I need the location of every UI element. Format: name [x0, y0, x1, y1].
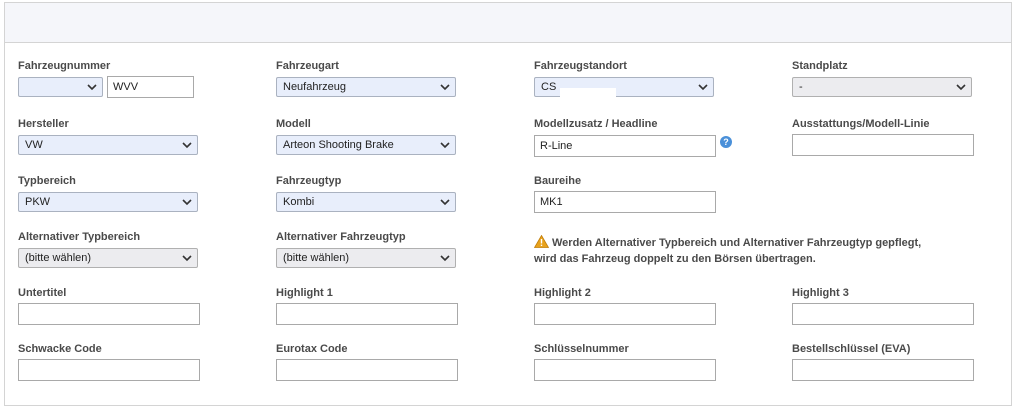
fahrzeugtyp-select[interactable]: Kombi — [276, 192, 456, 212]
fahrzeugnummer-prefix-select[interactable] — [18, 77, 103, 97]
modellzusatz-input[interactable] — [534, 135, 716, 157]
fahrzeugart-value: Neufahrzeug — [283, 81, 346, 93]
eurotax-label: Eurotax Code — [276, 343, 348, 355]
ausstattung-label: Ausstattungs/Modell-Linie — [792, 118, 930, 130]
chevron-down-icon — [440, 255, 450, 262]
warning-text-line-2: wird das Fahrzeug doppelt zu den Börsen … — [534, 253, 816, 265]
fahrzeugtyp-label: Fahrzeugtyp — [276, 175, 342, 187]
hersteller-label: Hersteller — [18, 118, 69, 130]
fahrzeugstandort-label: Fahrzeugstandort — [534, 60, 627, 72]
baureihe-label: Baureihe — [534, 175, 582, 187]
fahrzeugstandort-value: CS — [541, 81, 557, 93]
chevron-down-icon — [440, 199, 450, 206]
hersteller-select[interactable]: VW — [18, 135, 198, 155]
duplicate-warning: Werden Alternativer Typbereich und Alter… — [534, 235, 921, 267]
standplatz-label: Standplatz — [792, 60, 848, 72]
alt-typbereich-select[interactable]: (bitte wählen) — [18, 248, 198, 268]
bestellschluessel-label: Bestellschlüssel (EVA) — [792, 343, 911, 355]
highlight1-input[interactable] — [276, 303, 458, 325]
untertitel-input[interactable] — [18, 303, 200, 325]
fahrzeugart-select[interactable]: Neufahrzeug — [276, 77, 456, 97]
highlight1-label: Highlight 1 — [276, 287, 333, 299]
modell-label: Modell — [276, 118, 311, 130]
typbereich-value: PKW — [25, 196, 51, 208]
redacted-area — [560, 88, 617, 99]
fahrzeugstandort-select[interactable]: CS — [534, 77, 714, 99]
alt-fahrzeugtyp-value: (bitte wählen) — [283, 252, 350, 264]
typbereich-select[interactable]: PKW — [18, 192, 198, 212]
help-icon[interactable]: ? — [720, 136, 732, 148]
chevron-down-icon — [87, 84, 97, 91]
chevron-down-icon — [698, 84, 708, 91]
alt-fahrzeugtyp-select[interactable]: (bitte wählen) — [276, 248, 456, 268]
chevron-down-icon — [440, 84, 450, 91]
fahrzeugart-label: Fahrzeugart — [276, 60, 339, 72]
highlight3-label: Highlight 3 — [792, 287, 849, 299]
modell-value: Arteon Shooting Brake — [283, 139, 394, 151]
warning-text-line-1: Werden Alternativer Typbereich und Alter… — [552, 237, 922, 249]
modell-select[interactable]: Arteon Shooting Brake — [276, 135, 456, 155]
standplatz-value: - — [799, 81, 803, 93]
modellzusatz-label: Modellzusatz / Headline — [534, 118, 658, 130]
fahrzeugnummer-input[interactable] — [107, 76, 194, 98]
fahrzeugnummer-label: Fahrzeugnummer — [18, 60, 111, 72]
schluesselnummer-label: Schlüsselnummer — [534, 343, 629, 355]
schwacke-label: Schwacke Code — [18, 343, 102, 355]
bestellschluessel-input[interactable] — [792, 359, 974, 381]
panel-header — [5, 3, 1011, 43]
typbereich-label: Typbereich — [18, 175, 76, 187]
chevron-down-icon — [182, 255, 192, 262]
schwacke-input[interactable] — [18, 359, 200, 381]
fahrzeugtyp-value: Kombi — [283, 196, 315, 208]
ausstattung-input[interactable] — [792, 134, 974, 156]
baureihe-input[interactable] — [534, 191, 716, 213]
alt-typbereich-label: Alternativer Typbereich — [18, 231, 141, 243]
highlight2-label: Highlight 2 — [534, 287, 591, 299]
chevron-down-icon — [440, 142, 450, 149]
chevron-down-icon — [182, 142, 192, 149]
warning-icon — [534, 235, 549, 248]
schluesselnummer-input[interactable] — [534, 359, 716, 381]
highlight2-input[interactable] — [534, 303, 716, 325]
standplatz-select[interactable]: - — [792, 77, 972, 97]
eurotax-input[interactable] — [276, 359, 458, 381]
alt-typbereich-value: (bitte wählen) — [25, 252, 92, 264]
warning-line-1: Werden Alternativer Typbereich und Alter… — [534, 235, 921, 251]
highlight3-input[interactable] — [792, 303, 974, 325]
chevron-down-icon — [956, 84, 966, 91]
chevron-down-icon — [182, 199, 192, 206]
untertitel-label: Untertitel — [18, 287, 67, 299]
alt-fahrzeugtyp-label: Alternativer Fahrzeugtyp — [276, 231, 406, 243]
hersteller-value: VW — [25, 139, 43, 151]
